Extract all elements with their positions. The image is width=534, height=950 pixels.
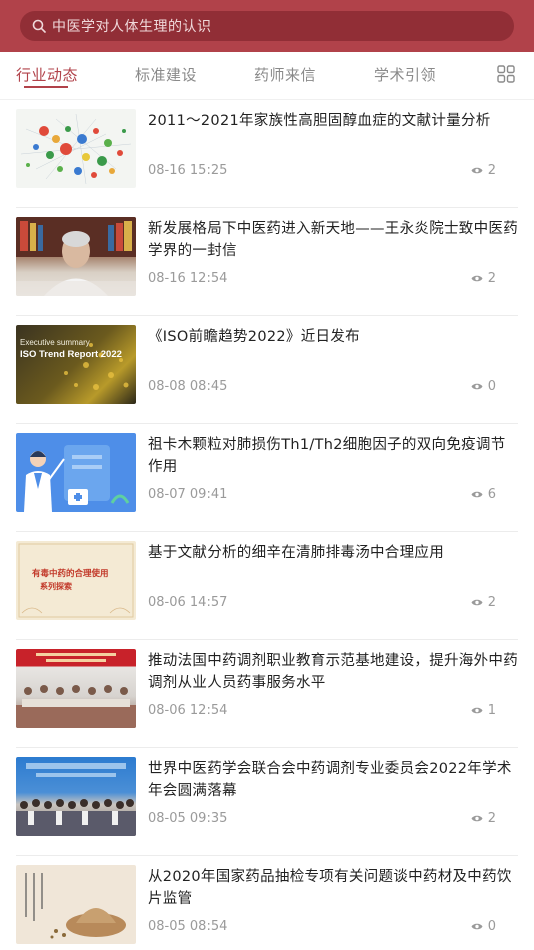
article-date: 08-05 09:35	[148, 811, 228, 826]
article-thumbnail: Executive summary ISO Trend Report 2022	[16, 325, 136, 404]
article-date: 08-08 08:45	[148, 379, 228, 394]
article-thumbnail	[16, 217, 136, 296]
article-item[interactable]: 2011～2021年家族性高胆固醇血症的文献计量分析 08-16 15:25 2	[16, 100, 518, 208]
eye-icon	[471, 491, 483, 498]
view-count-value: 6	[487, 487, 496, 502]
eye-icon	[471, 167, 483, 174]
eye-icon	[471, 275, 483, 282]
article-thumbnail	[16, 757, 136, 836]
view-count-value: 1	[487, 703, 496, 718]
article-title[interactable]: 从2020年国家药品抽检专项有关问题谈中药材及中药饮片监管	[148, 866, 518, 910]
article-date: 08-06 14:57	[148, 595, 228, 610]
article-title[interactable]: 基于文献分析的细辛在清肺排毒汤中合理应用	[148, 542, 518, 564]
search-bar[interactable]: 中医学对人体生理的认识	[20, 11, 514, 41]
article-thumbnail	[16, 649, 136, 728]
view-count: 2	[471, 595, 496, 610]
article-date: 08-05 08:54	[148, 919, 228, 934]
view-count: 2	[471, 811, 496, 826]
thumb-caption-small: Executive summary	[20, 338, 90, 347]
view-count-value: 0	[487, 919, 496, 934]
thumb-caption-large: ISO Trend Report 2022	[20, 349, 122, 360]
eye-icon	[471, 383, 483, 390]
article-title[interactable]: 推动法国中药调剂职业教育示范基地建设，提升海外中药调剂从业人员药事服务水平	[148, 650, 518, 694]
search-placeholder: 中医学对人体生理的认识	[52, 19, 212, 35]
article-title[interactable]: 新发展格局下中医药进入新天地——王永炎院士致中医药学界的一封信	[148, 218, 518, 262]
view-count: 6	[471, 487, 496, 502]
view-count: 0	[471, 379, 496, 394]
article-thumbnail: 有毒中药的合理使用 系列探索	[16, 541, 136, 620]
view-count-value: 2	[487, 811, 496, 826]
article-thumbnail	[16, 865, 136, 944]
view-count: 2	[471, 271, 496, 286]
eye-icon	[471, 923, 483, 930]
category-tabs: 行业动态 标准建设 药师来信 学术引领	[0, 52, 534, 100]
view-count: 0	[471, 919, 496, 934]
eye-icon	[471, 599, 483, 606]
tab-academic[interactable]: 学术引领	[374, 64, 436, 85]
view-count: 2	[471, 163, 496, 178]
article-thumbnail	[16, 433, 136, 512]
active-tab-indicator	[24, 86, 68, 88]
article-item[interactable]: 祖卡木颗粒对肺损伤Th1/Th2细胞因子的双向免疫调节作用 08-07 09:4…	[16, 424, 518, 532]
grid-menu-icon[interactable]	[497, 65, 515, 83]
article-date: 08-16 12:54	[148, 271, 228, 286]
tab-industry-news[interactable]: 行业动态	[16, 64, 78, 85]
article-title[interactable]: 祖卡木颗粒对肺损伤Th1/Th2细胞因子的双向免疫调节作用	[148, 434, 518, 478]
article-date: 08-07 09:41	[148, 487, 228, 502]
search-icon	[32, 19, 46, 33]
eye-icon	[471, 707, 483, 714]
view-count-value: 2	[487, 271, 496, 286]
article-title[interactable]: 世界中医药学会联合会中药调剂专业委员会2022年学术年会圆满落幕	[148, 758, 518, 802]
view-count-value: 2	[487, 163, 496, 178]
eye-icon	[471, 815, 483, 822]
article-thumbnail	[16, 109, 136, 188]
article-list: 2011～2021年家族性高胆固醇血症的文献计量分析 08-16 15:25 2…	[0, 100, 534, 950]
article-date: 08-16 15:25	[148, 163, 228, 178]
article-item[interactable]: 有毒中药的合理使用 系列探索 基于文献分析的细辛在清肺排毒汤中合理应用 08-0…	[16, 532, 518, 640]
view-count-value: 0	[487, 379, 496, 394]
view-count-value: 2	[487, 595, 496, 610]
article-title[interactable]: 2011～2021年家族性高胆固醇血症的文献计量分析	[148, 110, 518, 132]
tab-pharmacist-letters[interactable]: 药师来信	[254, 64, 316, 85]
tab-standards[interactable]: 标准建设	[135, 64, 197, 85]
article-item[interactable]: 世界中医药学会联合会中药调剂专业委员会2022年学术年会圆满落幕 08-05 0…	[16, 748, 518, 856]
article-item[interactable]: 新发展格局下中医药进入新天地——王永炎院士致中医药学界的一封信 08-16 12…	[16, 208, 518, 316]
article-title[interactable]: 《ISO前瞻趋势2022》近日发布	[148, 326, 518, 348]
article-date: 08-06 12:54	[148, 703, 228, 718]
view-count: 1	[471, 703, 496, 718]
article-item[interactable]: 从2020年国家药品抽检专项有关问题谈中药材及中药饮片监管 08-05 08:5…	[16, 856, 518, 950]
top-header: 中医学对人体生理的认识	[0, 0, 534, 52]
thumb-caption-small: 系列探索	[40, 581, 72, 591]
thumb-caption-large: 有毒中药的合理使用	[32, 568, 109, 579]
article-item[interactable]: Executive summary ISO Trend Report 2022 …	[16, 316, 518, 424]
article-item[interactable]: 推动法国中药调剂职业教育示范基地建设，提升海外中药调剂从业人员药事服务水平 08…	[16, 640, 518, 748]
